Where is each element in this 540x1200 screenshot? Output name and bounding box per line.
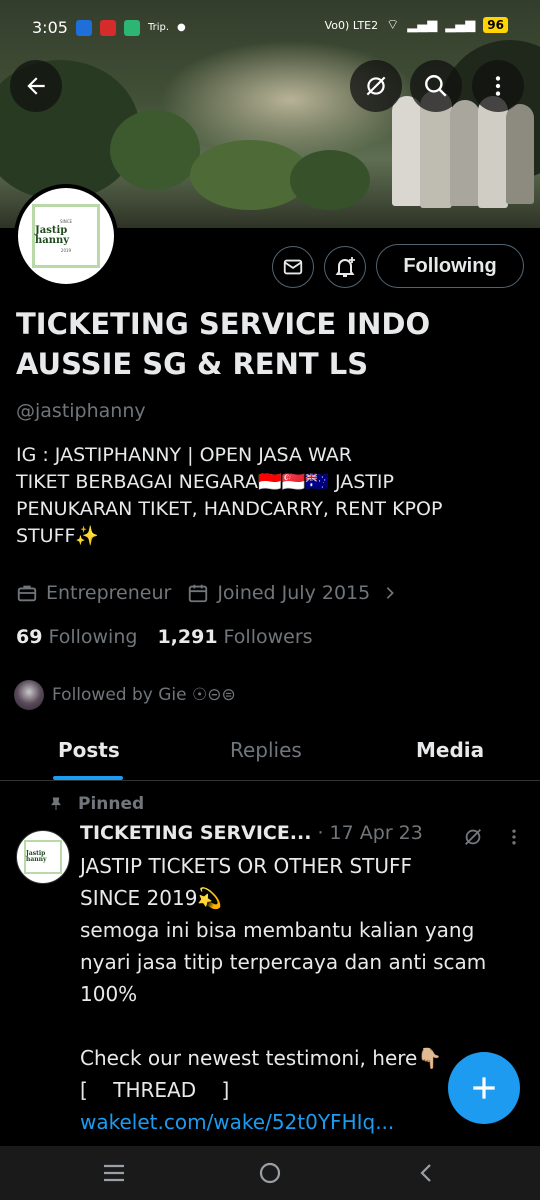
category-item: Entrepreneur <box>16 582 171 604</box>
app-notification-icon <box>75 19 92 36</box>
tweet-line: nyari jasa titip terpercaya dan anti sca… <box>80 950 487 974</box>
app-notification-icon <box>123 19 140 36</box>
compose-plus-icon <box>473 1077 495 1099</box>
following-count-label: Following <box>48 626 138 648</box>
wifi-icon: ⌔ <box>386 17 400 33</box>
tweet-header: TICKETING SERVICE... · 17 Apr 23 <box>80 822 520 845</box>
avatar-logo-frame: Jastip hanny <box>24 840 62 874</box>
more-icon <box>495 76 501 96</box>
profile-meta: Entrepreneur Joined July 2015 <box>16 582 422 604</box>
follower-avatar <box>14 680 44 710</box>
signal-icon: ▂▄▆ <box>445 17 476 33</box>
home-button[interactable] <box>250 1158 290 1188</box>
follow-counts: 69 Following 1,291 Followers <box>16 626 313 648</box>
bio-line: TIKET BERBAGAI NEGARA🇮🇩🇸🇬🇦🇺 JASTIP <box>16 471 394 493</box>
message-button[interactable] <box>272 246 314 288</box>
tab-posts[interactable]: Posts <box>58 738 120 762</box>
signal-icon: ▂▄▆ <box>407 17 438 33</box>
back-arrow-icon <box>27 77 45 95</box>
pinned-label-row: Pinned <box>48 794 144 814</box>
tweet-line: SINCE 2019💫 <box>80 886 223 910</box>
tab-replies[interactable]: Replies <box>230 738 302 762</box>
pinned-label: Pinned <box>78 794 145 814</box>
bio-line: STUFF✨ <box>16 525 100 547</box>
tweet-author[interactable]: TICKETING SERVICE... <box>80 822 311 844</box>
profile-avatar[interactable]: SINCE Jastip hanny 2019 <box>14 184 118 288</box>
profile-handle: @jastiphanny <box>16 400 146 422</box>
tweet-line: semoga ini bisa membantu kalian yang <box>80 918 475 942</box>
joined-label: Joined July 2015 <box>217 582 371 604</box>
battery-level: 96 <box>483 17 508 33</box>
search-button[interactable] <box>410 60 462 112</box>
back-chevron-icon <box>420 1164 431 1182</box>
status-bar: 3:05 Trip. ● Vo0) LTE2 ⌔ ▂▄▆ ▂▄▆ 96 <box>0 0 540 58</box>
followers-count: 1,291 <box>157 626 218 648</box>
trip-label: Trip. <box>147 22 169 33</box>
avatar-logo-frame: SINCE Jastip hanny 2019 <box>32 204 100 268</box>
search-icon <box>425 75 447 97</box>
grok-button[interactable] <box>350 60 402 112</box>
network-label: Vo0) LTE2 <box>324 18 379 32</box>
followed-by-text: Followed by Gie ☉⊝⊜ <box>52 685 236 705</box>
profile-tabs: Posts Replies Media <box>0 724 540 781</box>
tweet-line: 100% <box>80 982 138 1006</box>
compose-button[interactable] <box>448 1052 520 1124</box>
grok-icon[interactable] <box>462 826 484 848</box>
followers-count-link[interactable]: 1,291 Followers <box>157 626 312 648</box>
banner-person <box>450 100 480 206</box>
tweet-link[interactable]: wakelet.com/wake/52t0YFHIq... <box>80 1106 520 1138</box>
banner-tree <box>290 150 370 210</box>
status-left: 3:05 Trip. ● <box>32 18 186 37</box>
grok-icon <box>366 76 386 96</box>
menu-icon <box>104 1164 124 1182</box>
mail-icon <box>283 259 303 275</box>
briefcase-icon <box>17 585 37 602</box>
avatar-small-top: SINCE <box>59 219 73 224</box>
joined-item[interactable]: Joined July 2015 <box>187 582 406 604</box>
banner-tree <box>110 110 200 190</box>
dot-icon: ● <box>177 22 186 33</box>
status-time: 3:05 <box>32 18 68 37</box>
calendar-icon <box>189 584 208 603</box>
following-count: 69 <box>16 626 43 648</box>
profile-bio: IG : JASTIPHANNY | OPEN JASA WAR TIKET B… <box>16 442 516 550</box>
avatar-small-bottom: 2019 <box>60 248 72 253</box>
pin-icon <box>51 797 61 810</box>
bio-line: PENUKARAN TIKET, HANDCARRY, RENT KPOP <box>16 498 443 520</box>
notify-button[interactable] <box>324 246 366 288</box>
status-right: Vo0) LTE2 ⌔ ▂▄▆ ▂▄▆ 96 <box>325 16 508 34</box>
category-label: Entrepreneur <box>46 582 172 604</box>
tweet-avatar[interactable]: Jastip hanny <box>16 830 70 884</box>
bio-line: IG : JASTIPHANNY | OPEN JASA WAR <box>16 444 352 466</box>
system-nav-bar <box>0 1146 540 1200</box>
tweet-line: JASTIP TICKETS OR OTHER STUFF <box>80 854 413 878</box>
profile-name: TICKETING SERVICE INDO AUSSIE SG & RENT … <box>16 307 431 381</box>
banner-person <box>506 104 534 204</box>
banner-person <box>478 96 508 208</box>
avatar-logo-text: Jastip hanny <box>26 850 47 863</box>
tab-active-indicator <box>53 776 123 780</box>
followed-by-row[interactable]: Followed by Gie ☉⊝⊜ <box>14 680 236 710</box>
more-button[interactable] <box>472 60 524 112</box>
app-notification-icon <box>99 19 116 36</box>
chevron-right-icon <box>386 587 395 599</box>
tab-media[interactable]: Media <box>416 738 484 762</box>
following-count-link[interactable]: 69 Following <box>16 626 137 648</box>
banner-person <box>392 96 422 206</box>
avatar-logo-text: Jastip hanny <box>35 225 70 246</box>
followers-count-label: Followers <box>223 626 313 648</box>
following-button[interactable]: Following <box>376 244 524 288</box>
back-nav-button[interactable] <box>406 1158 446 1188</box>
home-circle-icon <box>259 1162 281 1184</box>
recents-button[interactable] <box>94 1158 134 1188</box>
tweet-date: · 17 Apr 23 <box>317 822 423 844</box>
more-icon[interactable] <box>504 826 524 848</box>
bell-plus-icon <box>335 257 355 277</box>
back-button[interactable] <box>10 60 62 112</box>
